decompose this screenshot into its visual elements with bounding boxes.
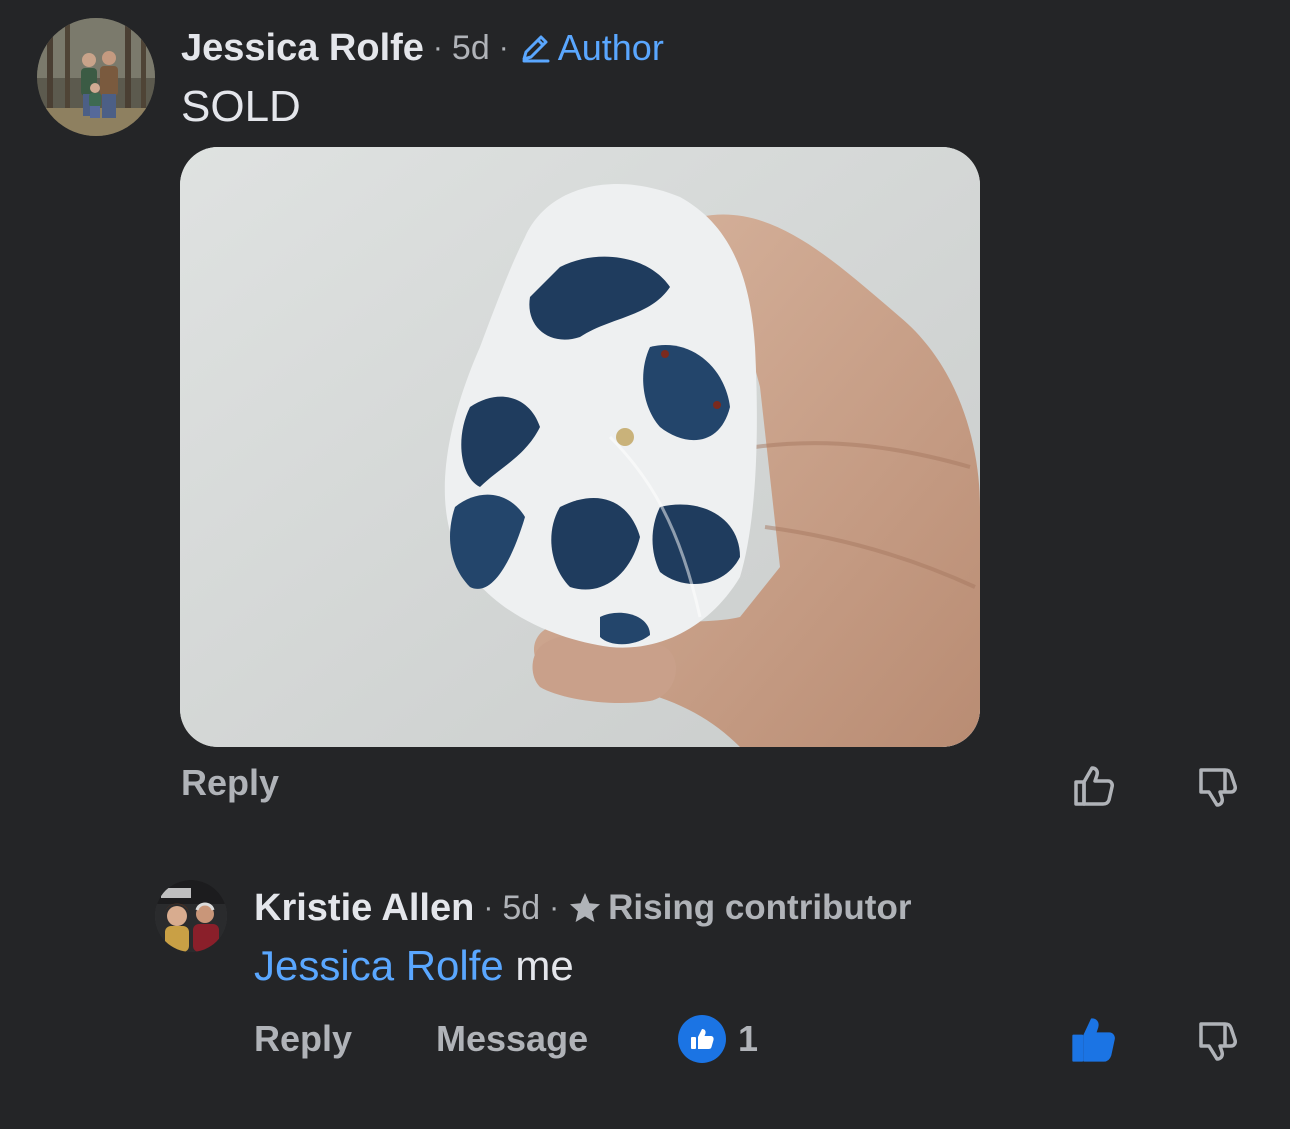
reply-button[interactable]: Reply bbox=[181, 762, 279, 804]
thumbs-up-icon bbox=[1072, 1018, 1115, 1062]
reaction-summary[interactable]: 1 bbox=[678, 1015, 758, 1063]
reply-text-body: me bbox=[503, 942, 574, 989]
rising-contributor-label: Rising contributor bbox=[608, 888, 912, 927]
separator-dot: · bbox=[432, 31, 443, 64]
reply-button[interactable]: Reply bbox=[254, 1018, 352, 1060]
thumbs-down-icon bbox=[1199, 768, 1237, 807]
dislike-button[interactable] bbox=[1189, 758, 1245, 814]
comment-header: Jessica Rolfe · 5d · Author bbox=[181, 24, 664, 72]
avatar-jessica-rolfe[interactable] bbox=[37, 18, 155, 136]
separator-dot: · bbox=[549, 891, 560, 924]
thumbs-up-icon bbox=[1074, 766, 1114, 806]
pencil-icon bbox=[522, 35, 550, 63]
author-badge: Author bbox=[518, 27, 664, 69]
like-reaction-icon bbox=[678, 1015, 726, 1063]
comment-timestamp[interactable]: 5d bbox=[452, 29, 490, 68]
author-badge-label: Author bbox=[557, 27, 664, 68]
avatar-kristie-allen[interactable] bbox=[155, 880, 227, 952]
reaction-count: 1 bbox=[738, 1018, 759, 1059]
reply-timestamp[interactable]: 5d bbox=[502, 889, 540, 928]
thumbs-up-icon bbox=[691, 1029, 714, 1049]
separator-dot: · bbox=[483, 891, 494, 924]
mention-link[interactable]: Jessica Rolfe bbox=[254, 942, 504, 989]
dislike-button[interactable] bbox=[1189, 1012, 1245, 1068]
comment-attached-photo[interactable] bbox=[180, 147, 980, 747]
reply-text: Jessica Rolfe me bbox=[254, 942, 574, 990]
comment-text: SOLD bbox=[181, 82, 301, 131]
separator-dot: · bbox=[498, 31, 509, 64]
reply-header: Kristie Allen · 5d · Rising contributor bbox=[254, 884, 911, 932]
message-button[interactable]: Message bbox=[436, 1018, 588, 1060]
like-button-active[interactable] bbox=[1066, 1012, 1122, 1068]
thumbs-down-icon bbox=[1199, 1022, 1237, 1061]
star-icon bbox=[570, 893, 601, 922]
reply-author-name[interactable]: Kristie Allen bbox=[254, 887, 474, 930]
rising-contributor-badge: Rising contributor bbox=[568, 888, 911, 928]
like-button[interactable] bbox=[1066, 758, 1122, 814]
comment-author-name[interactable]: Jessica Rolfe bbox=[181, 27, 424, 70]
